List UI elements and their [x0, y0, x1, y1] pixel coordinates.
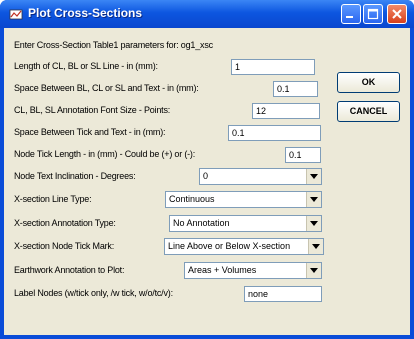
line-type-value: Continuous: [169, 194, 215, 204]
close-button[interactable]: [387, 4, 407, 24]
earthwork-select[interactable]: Areas + Volumes: [184, 262, 322, 279]
node-tick-label: Node Tick Length - in (mm) - Could be (+…: [14, 149, 196, 159]
annotation-type-label: X-section Annotation Type:: [14, 218, 116, 228]
annotation-type-value: No Annotation: [173, 218, 230, 228]
earthwork-value: Areas + Volumes: [188, 265, 257, 275]
chevron-down-icon: [310, 268, 318, 273]
node-tick-field[interactable]: 0.1: [285, 147, 321, 163]
node-tick-mark-label: X-section Node Tick Mark:: [14, 241, 115, 251]
space-tick-label: Space Between Tick and Text - in (mm):: [14, 127, 166, 137]
minimize-button[interactable]: [341, 4, 361, 24]
chevron-down-icon: [310, 221, 318, 226]
space-tick-field[interactable]: 0.1: [228, 125, 321, 141]
maximize-icon: [367, 8, 379, 20]
label-nodes-field[interactable]: none: [244, 286, 322, 302]
window-title: Plot Cross-Sections: [28, 6, 143, 20]
node-tick-mark-select[interactable]: Line Above or Below X-section: [164, 238, 324, 255]
node-tick-mark-value: Line Above or Below X-section: [168, 241, 291, 251]
intro-text: Enter Cross-Section Table1 parameters fo…: [14, 40, 213, 50]
earthwork-label: Earthwork Annotation to Plot:: [14, 265, 125, 275]
line-type-select[interactable]: Continuous: [165, 191, 322, 208]
dropdown-button[interactable]: [306, 216, 321, 231]
dropdown-button[interactable]: [308, 239, 323, 254]
dialog-body: Enter Cross-Section Table1 parameters fo…: [4, 28, 410, 335]
chevron-down-icon: [310, 174, 318, 179]
space-bl-field[interactable]: 0.1: [273, 81, 318, 97]
font-size-label: CL, BL, SL Annotation Font Size - Points…: [14, 105, 171, 115]
dropdown-button[interactable]: [306, 263, 321, 278]
ok-button[interactable]: OK: [337, 72, 400, 93]
chevron-down-icon: [312, 244, 320, 249]
dropdown-button[interactable]: [306, 169, 321, 184]
dialog-window: Plot Cross-Sections Enter Cross-Section …: [0, 0, 414, 339]
annotation-type-select[interactable]: No Annotation: [169, 215, 322, 232]
chevron-down-icon: [310, 197, 318, 202]
minimize-icon: [346, 16, 353, 18]
length-label: Length of CL, BL or SL Line - in (mm):: [14, 61, 158, 71]
dropdown-button[interactable]: [306, 192, 321, 207]
maximize-button[interactable]: [363, 4, 383, 24]
node-text-incl-select[interactable]: 0: [199, 168, 322, 185]
close-icon: [392, 9, 402, 19]
space-bl-label: Space Between BL, CL or SL and Text - in…: [14, 83, 199, 93]
node-text-incl-label: Node Text Inclination - Degrees:: [14, 171, 136, 181]
font-size-field[interactable]: 12: [252, 103, 320, 119]
line-type-label: X-section Line Type:: [14, 194, 92, 204]
length-field[interactable]: 1: [231, 59, 315, 75]
title-bar[interactable]: Plot Cross-Sections: [0, 0, 414, 28]
app-icon: [9, 9, 23, 20]
cancel-button[interactable]: CANCEL: [337, 101, 400, 122]
label-nodes-label: Label Nodes (w/tick only, /w tick, w/o/t…: [14, 288, 173, 298]
node-text-incl-value: 0: [203, 171, 209, 181]
